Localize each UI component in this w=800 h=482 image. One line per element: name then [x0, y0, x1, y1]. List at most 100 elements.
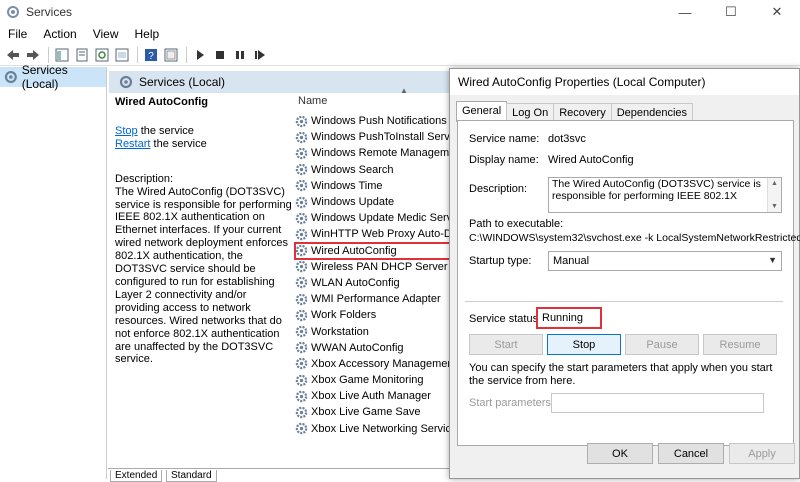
menu-action[interactable]: Action	[35, 27, 84, 41]
tab-extended[interactable]: Extended	[110, 470, 163, 482]
service-row[interactable]: Xbox Game Monitoring	[295, 372, 455, 388]
restart-suffix: the service	[150, 137, 207, 150]
service-row[interactable]: WWAN AutoConfig	[295, 340, 455, 356]
service-gear-icon	[295, 131, 308, 144]
properties-dialog: Wired AutoConfig Properties (Local Compu…	[449, 68, 800, 479]
service-gear-icon	[295, 341, 308, 354]
start-parameters-input[interactable]	[551, 393, 764, 413]
service-status-value: Running	[536, 307, 602, 329]
service-row-name: Workstation	[311, 325, 369, 338]
service-row[interactable]: Work Folders	[295, 307, 455, 323]
service-row[interactable]: Wired AutoConfig	[294, 241, 452, 260]
column-header-name[interactable]: Name	[293, 95, 453, 111]
console-tree-icon[interactable]	[53, 46, 71, 64]
service-status-label: Service status:	[469, 313, 542, 325]
service-gear-icon	[295, 115, 308, 127]
resume-button[interactable]: Resume	[703, 334, 777, 355]
service-row[interactable]: Xbox Live Game Save	[295, 404, 455, 420]
help-icon[interactable]: ?	[142, 46, 160, 64]
service-gear-icon	[295, 390, 308, 403]
services-app-icon	[7, 6, 19, 18]
tab-general[interactable]: General	[456, 101, 508, 122]
description-scrollbar[interactable]: ▲ ▼	[767, 178, 781, 212]
service-row[interactable]: Windows PushToInstall Service	[295, 129, 455, 145]
service-gear-icon	[295, 244, 308, 257]
pause-button[interactable]: Pause	[625, 334, 699, 355]
service-gear-icon	[295, 212, 308, 224]
chevron-down-icon: ▼	[768, 255, 777, 265]
restart-service-link[interactable]: Restart	[115, 138, 150, 150]
startup-type-select[interactable]: Manual ▼	[548, 251, 782, 271]
back-icon[interactable]	[4, 46, 22, 64]
ok-button[interactable]: OK	[587, 443, 653, 464]
properties-icon[interactable]	[73, 46, 91, 64]
services-gear-icon	[4, 71, 17, 83]
description-value: The Wired AutoConfig (DOT3SVC) service i…	[552, 178, 761, 202]
minimize-button[interactable]: —	[662, 0, 708, 24]
service-row[interactable]: WLAN AutoConfig	[295, 275, 455, 291]
tab-standard[interactable]: Standard	[166, 470, 217, 482]
start-button[interactable]: Start	[469, 334, 543, 355]
pause-service-icon[interactable]	[231, 46, 249, 64]
menu-help[interactable]: Help	[127, 27, 168, 41]
tab-log-on[interactable]: Log On	[506, 103, 555, 121]
service-row[interactable]: Xbox Accessory Management S	[295, 356, 455, 372]
cancel-button[interactable]: Cancel	[658, 443, 724, 464]
service-gear-icon	[295, 147, 308, 160]
service-gear-icon	[295, 422, 308, 435]
service-row-name: Xbox Accessory Management S	[311, 357, 455, 370]
service-gear-icon	[295, 309, 308, 322]
service-row[interactable]: WMI Performance Adapter	[295, 291, 455, 307]
view-tabs: Extended Standard	[108, 468, 453, 482]
stop-service-icon[interactable]	[211, 46, 229, 64]
start-parameters-label: Start parameters:	[469, 397, 554, 409]
sort-arrow-icon: ▲	[400, 86, 408, 95]
tab-recovery[interactable]: Recovery	[553, 103, 612, 121]
restart-service-icon[interactable]	[251, 46, 269, 64]
dialog-title: Wired AutoConfig Properties (Local Compu…	[450, 69, 799, 95]
stop-button[interactable]: Stop	[547, 334, 621, 355]
show-hide-icon[interactable]	[162, 46, 180, 64]
export-icon[interactable]	[113, 46, 131, 64]
maximize-button[interactable]: ☐	[708, 0, 754, 24]
service-gear-icon	[295, 325, 308, 338]
service-row[interactable]: Windows Remote Management	[295, 145, 455, 161]
apply-button[interactable]: Apply	[729, 443, 795, 464]
service-row-name: Windows Search	[311, 163, 394, 176]
stop-service-link[interactable]: Stop	[115, 125, 138, 137]
description-label: Description:	[115, 172, 174, 185]
service-row[interactable]: Xbox Live Networking Service	[295, 421, 455, 437]
service-row[interactable]: Wireless PAN DHCP Server	[295, 259, 455, 275]
tab-dependencies[interactable]: Dependencies	[610, 103, 694, 121]
description-label: Description:	[469, 183, 528, 195]
forward-icon[interactable]	[24, 46, 42, 64]
close-button[interactable]: ✕	[754, 0, 800, 24]
service-row-name: WLAN AutoConfig	[311, 276, 400, 289]
service-row-name: Windows Update Medic Service	[311, 212, 455, 225]
service-row-name: Windows Remote Management	[311, 147, 455, 160]
service-row-name: Windows PushToInstall Service	[311, 131, 455, 144]
start-service-icon[interactable]	[191, 46, 209, 64]
menu-file[interactable]: File	[0, 27, 35, 41]
service-row[interactable]: Workstation	[295, 323, 455, 339]
service-gear-icon	[295, 228, 308, 241]
service-row[interactable]: Windows Update Medic Service	[295, 210, 455, 226]
service-row[interactable]: Windows Time	[295, 178, 455, 194]
description-textbox[interactable]: The Wired AutoConfig (DOT3SVC) service i…	[548, 177, 782, 213]
service-row-name: Windows Push Notifications Us	[311, 115, 455, 128]
start-params-info: You can specify the start parameters tha…	[469, 362, 773, 387]
tree-item-services-local[interactable]: Services (Local)	[0, 63, 106, 91]
service-row[interactable]: Windows Update	[295, 194, 455, 210]
service-row[interactable]: WinHTTP Web Proxy Auto-Disc	[295, 226, 455, 242]
services-gear-icon	[119, 75, 133, 89]
service-row-name: Wireless PAN DHCP Server	[311, 260, 448, 273]
service-row-name: Work Folders	[311, 309, 377, 322]
refresh-icon[interactable]	[93, 46, 111, 64]
path-value: C:\WINDOWS\system32\svchost.exe -k Local…	[469, 232, 800, 244]
service-row[interactable]: Xbox Live Auth Manager	[295, 388, 455, 404]
menu-view[interactable]: View	[85, 27, 127, 41]
display-name-label: Display name:	[469, 154, 539, 166]
toolbar: ?	[0, 44, 800, 66]
service-row[interactable]: Windows Search	[295, 162, 455, 178]
service-row[interactable]: Windows Push Notifications Us	[295, 113, 455, 129]
